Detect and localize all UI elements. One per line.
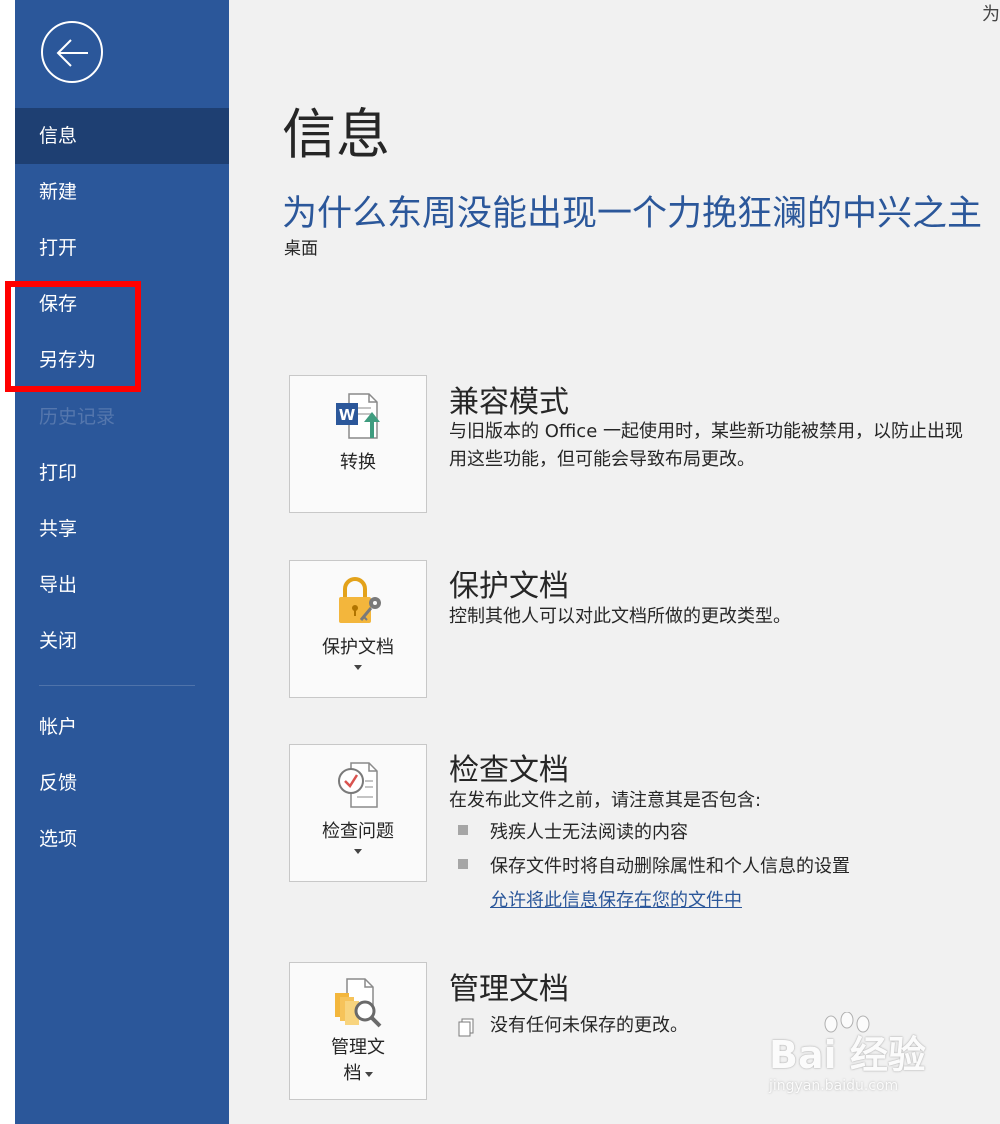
document-versions-icon <box>456 1017 476 1041</box>
page-title: 信息 <box>282 103 390 166</box>
watermark-url: jingyan.baidu.com <box>769 1078 899 1094</box>
left-margin <box>0 0 15 1124</box>
manage-document-label-line2: 档 <box>290 1059 426 1085</box>
nav-open[interactable]: 打开 <box>15 220 229 276</box>
baidu-jingyan-watermark: Bai 经验 jingyan.baidu.com <box>759 1012 959 1102</box>
compat-desc-line2: 用这些功能，但可能会导致布局更改。 <box>449 449 755 470</box>
inspect-desc: 在发布此文件之前，请注意其是否包含: <box>449 790 762 811</box>
back-arrow-icon <box>56 39 88 67</box>
info-panel: 为 信息 为什么东周没能出现一个力挽狂澜的中兴之主 桌面 W 转换 兼容模式 与… <box>229 0 1000 1124</box>
convert-button[interactable]: W 转换 <box>289 375 427 513</box>
nav-print[interactable]: 打印 <box>15 445 229 501</box>
chevron-down-icon <box>354 849 362 854</box>
inspect-document-icon <box>331 757 387 813</box>
document-location: 桌面 <box>284 239 318 259</box>
red-annotation-box <box>5 281 141 392</box>
protect-document-button[interactable]: 保护文档 <box>289 560 427 698</box>
compat-desc-line1: 与旧版本的 Office 一起使用时，某些新功能被禁用，以防止出现 <box>449 421 963 442</box>
nav-new[interactable]: 新建 <box>15 164 229 220</box>
document-title: 为什么东周没能出现一个力挽狂澜的中兴之主 <box>282 194 983 234</box>
nav-close[interactable]: 关闭 <box>15 613 229 669</box>
watermark-brand: Bai 经验 <box>769 1033 926 1077</box>
bullet-marker <box>458 859 468 869</box>
inspect-bullet-1: 残疾人士无法阅读的内容 <box>490 822 688 843</box>
nav-account[interactable]: 帐户 <box>15 699 229 755</box>
corner-text: 为 <box>982 4 1000 25</box>
check-for-issues-label: 检查问题 <box>322 821 394 842</box>
nav-share[interactable]: 共享 <box>15 501 229 557</box>
backstage-sidebar: 信息 新建 打开 保存 另存为 历史记录 打印 共享 导出 关闭 帐户 反馈 选… <box>15 0 229 1124</box>
manage-document-button[interactable]: 管理文 档 <box>289 962 427 1100</box>
nav-divider <box>39 685 195 686</box>
allow-save-info-link[interactable]: 允许将此信息保存在您的文件中 <box>490 886 742 912</box>
convert-label: 转换 <box>340 452 376 473</box>
protect-desc: 控制其他人可以对此文档所做的更改类型。 <box>449 606 791 627</box>
nav-feedback[interactable]: 反馈 <box>15 755 229 811</box>
back-button[interactable] <box>41 21 103 83</box>
bullet-marker <box>458 825 468 835</box>
svg-text:W: W <box>339 406 356 424</box>
chevron-down-icon <box>354 665 362 670</box>
compat-title: 兼容模式 <box>449 385 569 420</box>
manage-versions-icon <box>331 975 387 1031</box>
nav-history: 历史记录 <box>39 406 116 428</box>
manage-document-label-tail: 档 <box>343 1063 362 1084</box>
protect-title: 保护文档 <box>449 569 569 604</box>
nav-info[interactable]: 信息 <box>15 108 229 164</box>
nav-export[interactable]: 导出 <box>15 557 229 613</box>
manage-document-label-line1: 管理文 <box>331 1037 385 1058</box>
word-convert-icon: W <box>331 388 387 444</box>
lock-key-icon <box>331 573 387 629</box>
inspect-bullet-2: 保存文件时将自动删除属性和个人信息的设置 <box>490 856 850 877</box>
chevron-down-icon <box>364 1071 373 1077</box>
protect-document-label: 保护文档 <box>322 637 394 658</box>
nav-options[interactable]: 选项 <box>15 811 229 867</box>
check-for-issues-button[interactable]: 检查问题 <box>289 744 427 882</box>
inspect-title: 检查文档 <box>449 753 569 788</box>
manage-desc: 没有任何未保存的更改。 <box>490 1015 688 1036</box>
manage-title: 管理文档 <box>449 972 569 1007</box>
